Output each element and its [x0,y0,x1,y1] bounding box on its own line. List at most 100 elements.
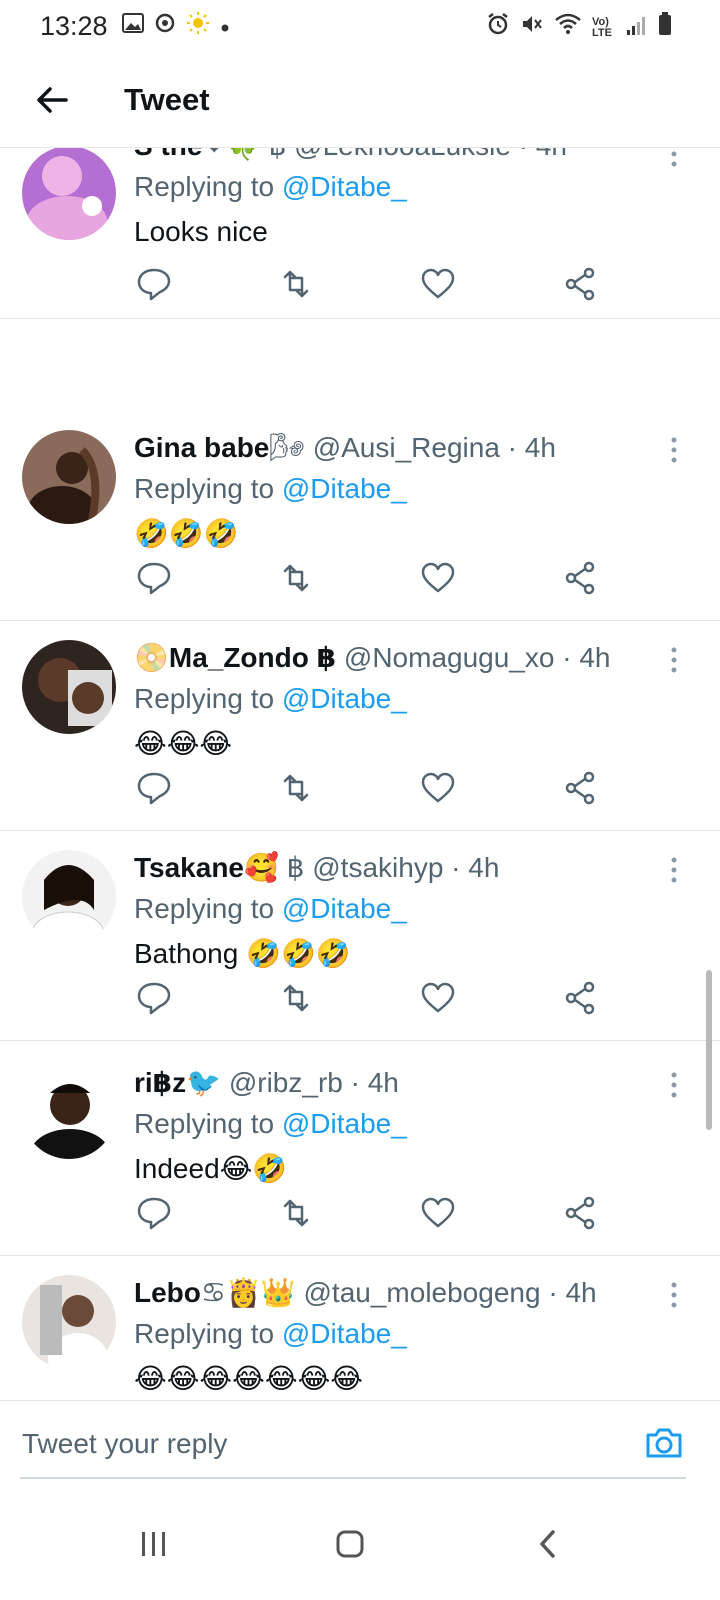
tweet-text: 😂😂😂😂😂😂😂 [134,1363,364,1394]
camera-icon[interactable] [644,1423,684,1463]
tweet[interactable]: 📀Ma_Zondo ฿ @Nomagugu_xo · 4h Replying to… [0,620,720,831]
like-icon[interactable] [418,1193,458,1233]
like-icon[interactable] [418,264,458,304]
replying-to: Replying to @Ditabe_ [134,888,680,930]
reply-icon[interactable] [134,768,174,808]
reply-to-handle[interactable]: @Ditabe_ [282,473,407,504]
user-handle[interactable]: @LekhooaLuksie [294,148,511,161]
avatar[interactable] [22,430,116,524]
name-emoji: 🐦 [186,1067,222,1098]
display-name[interactable]: 📀Ma_Zondo ฿ [134,642,336,673]
name-extra: ฿ [261,148,294,161]
tweet-actions [134,768,604,808]
top-app-bar: Tweet [0,52,720,148]
retweet-icon[interactable] [276,1193,316,1233]
tweet-actions [134,1193,604,1233]
more-options-icon[interactable] [670,646,678,674]
retweet-icon[interactable] [276,558,316,598]
more-options-icon[interactable] [670,856,678,884]
status-bar: 13:28 Vo) LTE [0,0,720,52]
replies-feed[interactable]: S the❤🍀 ฿ @LekhooaLuksie · 4h Replying t… [0,148,720,1400]
tweet-time: 4h [579,642,611,673]
share-icon[interactable] [560,1193,600,1233]
display-name[interactable]: Lebo [134,1277,201,1308]
name-emoji: ❤🍀 [202,148,260,161]
more-options-icon[interactable] [670,436,678,464]
like-icon[interactable] [418,978,458,1018]
reply-underline [20,1477,686,1479]
replying-to-label: Replying to [134,683,275,714]
name-emoji: 🥰 [244,852,279,883]
tweet[interactable]: Tsakane🥰 ฿ @tsakihyp · 4h Replying to @Di… [0,830,720,1041]
tweet-time: 4h [565,1277,597,1308]
user-handle[interactable]: @Ausi_Regina [313,432,500,463]
reply-to-handle[interactable]: @Ditabe_ [282,171,407,202]
avatar[interactable] [22,850,116,944]
tweet[interactable]: S the❤🍀 ฿ @LekhooaLuksie · 4h Replying t… [0,148,720,319]
display-name[interactable]: Gina babe [134,432,269,463]
reply-to-handle[interactable]: @Ditabe_ [282,683,407,714]
retweet-icon[interactable] [276,264,316,304]
reply-icon[interactable] [134,978,174,1018]
avatar[interactable] [22,640,116,734]
reply-input[interactable] [22,1417,622,1471]
replying-to-label: Replying to [134,1108,275,1139]
recent-apps-icon[interactable] [124,1514,184,1574]
back-nav-icon[interactable] [518,1514,578,1574]
reply-to-handle[interactable]: @Ditabe_ [282,1318,407,1349]
share-icon[interactable] [560,558,600,598]
retweet-icon[interactable] [276,978,316,1018]
display-name[interactable]: S the [134,148,202,161]
reply-to-handle[interactable]: @Ditabe_ [282,893,407,924]
home-icon[interactable] [320,1514,380,1574]
tweet-header: Tsakane🥰 ฿ @tsakihyp · 4h [134,852,500,883]
user-handle[interactable]: @ribz_rb [229,1067,343,1098]
user-handle[interactable]: @Nomagugu_xo [344,642,555,673]
more-options-icon[interactable] [670,1071,678,1099]
avatar[interactable] [22,1275,116,1369]
replying-to-label: Replying to [134,893,275,924]
share-icon[interactable] [560,264,600,304]
share-icon[interactable] [560,978,600,1018]
gallery-icon [121,13,144,39]
replying-to-label: Replying to [134,473,275,504]
tweet-body: 📀Ma_Zondo ฿ @Nomagugu_xo · 4h Replying to… [134,638,680,766]
replying-to: Replying to @Ditabe_ [134,1313,680,1355]
like-icon[interactable] [418,558,458,598]
replying-to: Replying to @Ditabe_ [134,468,680,510]
scrollbar-thumb[interactable] [706,970,712,1130]
reply-icon[interactable] [134,1193,174,1233]
tweet-text: Indeed😂🤣 [134,1153,288,1184]
tweet[interactable]: Lebo♋👸👑 @tau_molebogeng · 4h Replying to … [0,1255,720,1400]
name-extra [221,1067,229,1098]
avatar[interactable] [22,148,116,240]
tweet-time: 4h [524,432,556,463]
tweet-header: Gina babe🌬 @Ausi_Regina · 4h [134,432,556,463]
tweet-text: 🤣🤣🤣 [134,518,239,549]
volte-label: Vo) LTE [592,15,612,39]
user-handle[interactable]: @tsakihyp [312,852,443,883]
reply-icon[interactable] [134,558,174,598]
tweet[interactable]: ri฿z🐦 @ribz_rb · 4h Replying to @Ditabe_ I… [0,1045,720,1256]
replying-to: Replying to @Ditabe_ [134,1103,680,1145]
display-name[interactable]: ri฿z [134,1067,186,1098]
reply-icon[interactable] [134,264,174,304]
tweet-body: S the❤🍀 ฿ @LekhooaLuksie · 4h Replying t… [134,148,680,254]
reply-to-handle[interactable]: @Ditabe_ [282,1108,407,1139]
tweet-body: ri฿z🐦 @ribz_rb · 4h Replying to @Ditabe_ I… [134,1063,680,1191]
avatar[interactable] [22,1065,116,1159]
replying-to-label: Replying to [134,171,275,202]
back-arrow-icon[interactable] [30,78,74,122]
display-name[interactable]: Tsakane [134,852,244,883]
like-icon[interactable] [418,768,458,808]
user-handle[interactable]: @tau_molebogeng [304,1277,541,1308]
replying-to-label: Replying to [134,1318,275,1349]
more-options-icon[interactable] [670,1281,678,1309]
more-options-icon[interactable] [670,148,678,168]
tweet-text: 😂😂😂 [134,728,233,759]
tweet[interactable]: Gina babe🌬 @Ausi_Regina · 4h Replying to … [0,410,720,621]
share-icon[interactable] [560,768,600,808]
retweet-icon[interactable] [276,768,316,808]
tweet-time: 4h [367,1067,399,1098]
wifi-icon [554,12,582,43]
